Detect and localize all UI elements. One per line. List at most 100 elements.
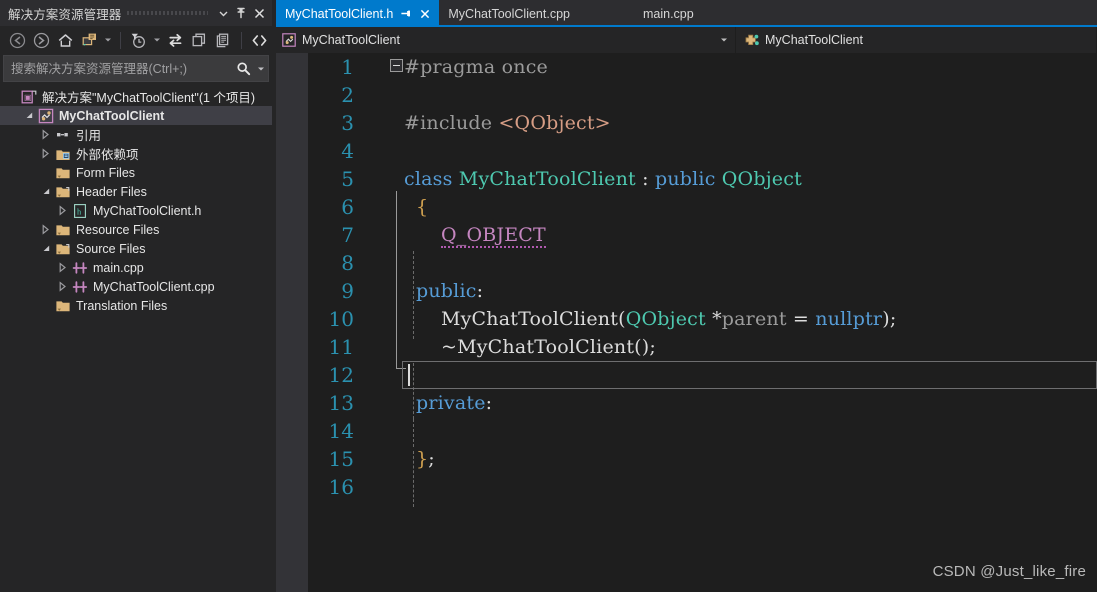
view-code-icon[interactable]	[248, 29, 271, 52]
tree-item-mychattoolclient.cpp[interactable]: MyChatToolClient.cpp	[0, 277, 272, 296]
line-number: 14	[328, 419, 354, 443]
code-token: {	[416, 196, 429, 218]
code-line[interactable]: 5 class MyChatToolClient : public QObject	[276, 165, 1097, 193]
code-line[interactable]: 7 Q_OBJECT	[276, 221, 1097, 249]
tree-item-label: 引用	[76, 129, 102, 143]
tree-item-header-files[interactable]: Header Files	[0, 182, 272, 201]
code-line[interactable]: 16	[276, 473, 1097, 501]
forward-icon[interactable]	[30, 29, 53, 52]
navbar-member-selector[interactable]: MyChatToolClient	[736, 27, 1097, 53]
tree-item-source-files[interactable]: Source Files	[0, 239, 272, 258]
code-lines: 1 #pragma once 2 3 #include <QObject> 4 5 class…	[276, 53, 1097, 592]
visual-studio-window: 解决方案资源管理器 搜索解决方案资源管理器(Ctrl+;) ▣ 解决方案"MyC…	[0, 0, 1097, 592]
code-token: MyChatToolClient	[440, 308, 619, 330]
tab-label: MyChatToolClient.cpp	[448, 6, 570, 21]
tab-close-icon[interactable]	[418, 5, 431, 23]
pending-changes-dropdown-icon[interactable]	[151, 29, 163, 52]
tab-main-cpp[interactable]: main.cpp	[634, 0, 702, 27]
chevron-collapsed-icon[interactable]	[55, 201, 70, 220]
toolbar-divider	[120, 31, 121, 49]
navbar-project-selector[interactable]: MyChatToolClient	[276, 27, 736, 53]
code-token: =	[786, 308, 816, 330]
code-line[interactable]: 10 MyChatToolClient(QObject *parent = nu…	[276, 305, 1097, 333]
tree-item-mychattoolclient.h[interactable]: h MyChatToolClient.h	[0, 201, 272, 220]
back-icon[interactable]	[6, 29, 29, 52]
search-options-dropdown-icon[interactable]	[254, 56, 268, 81]
class-members-icon	[744, 32, 760, 48]
code-token: #pragma once	[404, 56, 549, 78]
solution-explorer-toolbar	[0, 26, 272, 54]
home-icon[interactable]	[54, 29, 77, 52]
tab-pin-icon[interactable]	[399, 5, 412, 23]
fold-collapse-icon[interactable]	[390, 59, 403, 72]
line-number: 11	[328, 335, 354, 359]
tree-item-main.cpp[interactable]: main.cpp	[0, 258, 272, 277]
tab-label: MyChatToolClient.h	[285, 6, 394, 21]
document-tabstrip: MyChatToolClient.h MyChatToolClient.cpp ma…	[276, 0, 1097, 27]
search-input[interactable]	[4, 61, 232, 76]
twisty-placeholder	[38, 296, 53, 315]
tree-item-translation-files[interactable]: Translation Files	[0, 296, 272, 315]
chevron-collapsed-icon[interactable]	[55, 277, 70, 296]
code-line-text: #pragma once	[404, 56, 548, 78]
chevron-collapsed-icon[interactable]	[55, 258, 70, 277]
window-dropdown-icon[interactable]	[214, 2, 232, 24]
chevron-collapsed-icon[interactable]	[38, 220, 53, 239]
tree-item-form-files[interactable]: Form Files	[0, 163, 272, 182]
chevron-expanded-icon[interactable]	[38, 182, 53, 201]
tree-item-label: 外部依赖项	[76, 148, 139, 162]
code-line[interactable]: 13 private:	[276, 389, 1097, 417]
line-number: 10	[328, 307, 354, 331]
current-line-highlight	[402, 361, 1097, 389]
code-line[interactable]: 6{	[276, 193, 1097, 221]
code-line[interactable]: 3 #include <QObject>	[276, 109, 1097, 137]
show-all-files-icon[interactable]	[212, 29, 235, 52]
code-token: Q_OBJECT	[440, 224, 546, 248]
indent-guide	[413, 451, 414, 507]
chevron-collapsed-icon[interactable]	[38, 144, 53, 163]
search-icon[interactable]	[232, 56, 254, 81]
navbar-project-label: MyChatToolClient	[302, 33, 400, 47]
folder-icon	[53, 220, 72, 239]
pending-changes-icon[interactable]	[127, 29, 150, 52]
close-icon[interactable]	[250, 2, 268, 24]
code-token: ~MyChatToolClient();	[440, 336, 657, 358]
cpp-file-icon	[70, 277, 89, 296]
solution-explorer-titlebar: 解决方案资源管理器	[0, 0, 272, 26]
navbar-left-dropdown-icon[interactable]	[720, 27, 728, 53]
refresh-icon[interactable]	[188, 29, 211, 52]
code-line[interactable]: 8	[276, 249, 1097, 277]
code-line[interactable]: 15};	[276, 445, 1097, 473]
code-token: class	[404, 168, 459, 190]
code-editor[interactable]: 1 #pragma once 2 3 #include <QObject> 4 5 class…	[276, 53, 1097, 592]
code-line[interactable]: 14	[276, 417, 1097, 445]
properties-folder-icon[interactable]	[78, 29, 101, 52]
chevron-expanded-icon[interactable]	[21, 106, 36, 125]
tree-item-label: Header Files	[76, 184, 147, 199]
line-number: 13	[328, 391, 354, 415]
tab-mychattoolclient-h[interactable]: MyChatToolClient.h	[276, 0, 440, 27]
drag-handle-dots[interactable]	[127, 0, 208, 26]
properties-dropdown-icon[interactable]	[102, 29, 114, 52]
tab-mychattoolclient-cpp[interactable]: MyChatToolClient.cpp	[439, 0, 578, 27]
tree-item-[interactable]: 外部依赖项	[0, 144, 272, 163]
code-line[interactable]: 4	[276, 137, 1097, 165]
chevron-collapsed-icon[interactable]	[38, 125, 53, 144]
tree-item-resource-files[interactable]: Resource Files	[0, 220, 272, 239]
code-token: public	[654, 168, 722, 190]
indent-guide	[413, 251, 414, 339]
code-line[interactable]: 2	[276, 81, 1097, 109]
sync-with-active-document-icon[interactable]	[164, 29, 187, 52]
pin-icon[interactable]	[232, 2, 250, 24]
tree-item-mychattoolclient-1[interactable]: ▣ 解决方案"MyChatToolClient"(1 个项目)	[0, 87, 272, 106]
code-token: ;	[428, 448, 435, 470]
chevron-expanded-icon[interactable]	[38, 239, 53, 258]
code-token: :	[635, 168, 655, 190]
tree-item-label: Translation Files	[76, 298, 168, 313]
tree-item-[interactable]: 引用	[0, 125, 272, 144]
code-line[interactable]: 11 ~MyChatToolClient();	[276, 333, 1097, 361]
tree-item-mychattoolclient[interactable]: MyChatToolClient	[0, 106, 272, 125]
line-number: 8	[341, 251, 354, 275]
code-line[interactable]: 9 public:	[276, 277, 1097, 305]
text-caret	[408, 364, 410, 386]
